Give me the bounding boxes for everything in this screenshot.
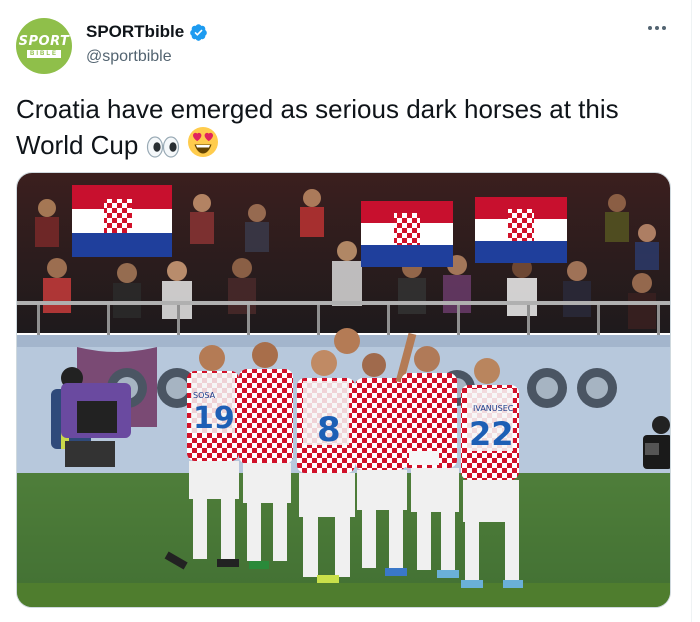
verified-badge-icon	[190, 23, 208, 41]
tweet-text: Croatia have emerged as serious dark hor…	[16, 92, 676, 162]
tweet-card[interactable]: SPORT BIBLE SPORTbible @sportbible Croat…	[0, 0, 692, 622]
tweet-text-line-2-row: World Cup	[16, 126, 676, 162]
display-name[interactable]: SPORTbible	[86, 22, 184, 42]
author-name-row[interactable]: SPORTbible	[86, 22, 208, 42]
avatar-logo-top: SPORT	[18, 33, 70, 49]
eyes-emoji-icon	[146, 136, 179, 158]
avatar[interactable]: SPORT BIBLE	[16, 18, 72, 74]
tweet-photo[interactable]: SOSA 19 8 IVANUSEC 22	[16, 172, 671, 608]
svg-text:IVANUSEC: IVANUSEC	[473, 404, 514, 413]
more-options-icon[interactable]	[648, 26, 666, 30]
tweet-text-line-1: Croatia have emerged as serious dark hor…	[16, 94, 619, 124]
author-handle[interactable]: @sportbible	[86, 48, 172, 66]
croatia-flag	[72, 185, 172, 257]
team-celebration-photo: SOSA 19 8 IVANUSEC 22	[17, 173, 670, 607]
svg-text:8: 8	[317, 410, 341, 450]
tweet-text-line-2: World Cup	[16, 130, 139, 160]
svg-text:22: 22	[469, 415, 514, 453]
svg-text:SOSA: SOSA	[193, 391, 216, 400]
heart-eyes-emoji-icon	[187, 127, 218, 157]
avatar-logo-bottom: BIBLE	[27, 49, 61, 58]
svg-text:19: 19	[193, 401, 235, 436]
